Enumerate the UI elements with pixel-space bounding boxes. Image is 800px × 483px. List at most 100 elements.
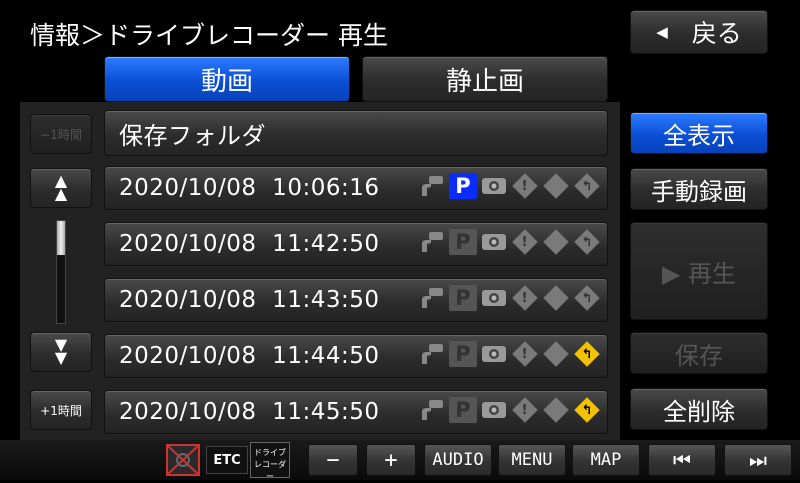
- turn-arrow-icon-shape: ↰: [574, 285, 600, 311]
- warning-icon: !: [511, 341, 539, 367]
- turn-arrow-icon-glyph: ↰: [581, 290, 593, 306]
- manual-record-button[interactable]: 手動録画: [630, 168, 768, 210]
- parking-icon: P: [449, 173, 477, 199]
- turn-arrow-icon-glyph: ↰: [581, 402, 593, 418]
- event-icons: P! ↰: [418, 229, 601, 255]
- plus-hour-button[interactable]: +1時間: [30, 390, 92, 430]
- camera-event-icon: [480, 341, 508, 367]
- back-button[interactable]: ◀ 戻る: [630, 10, 768, 54]
- lane-departure-icon: [542, 397, 570, 423]
- manual-record-icon: [418, 341, 446, 367]
- warning-icon-shape: !: [512, 285, 538, 311]
- manual-record-icon: [418, 397, 446, 423]
- event-icons: P! ↰: [418, 173, 601, 199]
- page-up-button[interactable]: ▲ ▲: [30, 168, 92, 208]
- warning-icon-glyph: !: [522, 290, 528, 306]
- parking-icon: P: [449, 229, 477, 255]
- drive-recorder-indicator: ドライブ レコーダー: [250, 442, 290, 481]
- recording-datetime: 2020/10/08 11:44:50: [119, 343, 380, 369]
- turn-arrow-icon: ↰: [573, 397, 601, 423]
- drive-recorder-label-bottom: レコーダー: [254, 460, 286, 481]
- camera-event-icon: [480, 229, 508, 255]
- warning-icon-glyph: !: [522, 178, 528, 194]
- lane-departure-icon-shape: [543, 397, 569, 423]
- turn-arrow-icon-shape: ↰: [574, 229, 600, 255]
- etc-indicator: ETC: [206, 446, 248, 474]
- lane-departure-icon: [542, 173, 570, 199]
- recording-row[interactable]: 2020/10/08 11:44:50 P! ↰: [104, 334, 608, 378]
- event-icons: P! ↰: [418, 397, 601, 423]
- warning-icon-shape: !: [512, 229, 538, 255]
- camera-event-icon: [480, 173, 508, 199]
- turn-arrow-icon-glyph: ↰: [581, 178, 593, 194]
- warning-icon-shape: !: [512, 397, 538, 423]
- drive-recorder-label-top: ドライブ: [254, 448, 286, 457]
- page-down-button[interactable]: ▼ ▼: [30, 332, 92, 372]
- recording-datetime: 2020/10/08 11:45:50: [119, 399, 380, 425]
- manual-record-icon: [418, 173, 446, 199]
- parking-icon: P: [449, 341, 477, 367]
- delete-all-button[interactable]: 全削除: [630, 388, 768, 430]
- double-chevron-up-icon: ▲ ▲: [54, 171, 68, 203]
- recording-datetime: 2020/10/08 11:43:50: [119, 287, 380, 313]
- audio-button[interactable]: AUDIO: [424, 444, 492, 476]
- warning-icon-glyph: !: [522, 234, 528, 250]
- tab-still-image[interactable]: 静止画: [362, 56, 608, 102]
- event-icons: P! ↰: [418, 285, 601, 311]
- warning-icon-glyph: !: [522, 402, 528, 418]
- save-folder-item[interactable]: 保存フォルダ: [104, 110, 608, 156]
- lane-departure-icon-shape: [543, 341, 569, 367]
- warning-icon: !: [511, 285, 539, 311]
- turn-arrow-icon: ↰: [573, 173, 601, 199]
- lane-departure-icon-shape: [543, 173, 569, 199]
- bottom-bar: ETC ドライブ レコーダー − + AUDIO MENU MAP ⏮ ⏭: [0, 440, 800, 481]
- lane-departure-icon: [542, 341, 570, 367]
- recording-row[interactable]: 2020/10/08 11:45:50 P! ↰: [104, 390, 608, 434]
- scrollbar-thumb[interactable]: [57, 221, 65, 255]
- show-all-button[interactable]: 全表示: [630, 112, 768, 154]
- next-track-icon[interactable]: ⏭: [724, 444, 792, 476]
- parking-icon: P: [449, 285, 477, 311]
- lane-departure-icon-shape: [543, 229, 569, 255]
- warning-icon: !: [511, 229, 539, 255]
- back-label: 戻る: [691, 19, 742, 48]
- turn-arrow-icon-shape: ↰: [574, 173, 600, 199]
- turn-arrow-icon: ↰: [573, 341, 601, 367]
- save-folder-label: 保存フォルダ: [119, 121, 266, 150]
- map-button[interactable]: MAP: [572, 444, 640, 476]
- recording-row[interactable]: 2020/10/08 11:43:50 P! ↰: [104, 278, 608, 322]
- lane-departure-icon: [542, 285, 570, 311]
- previous-track-icon[interactable]: ⏮: [648, 444, 716, 476]
- tab-video[interactable]: 動画: [104, 56, 350, 102]
- recording-datetime: 2020/10/08 11:42:50: [119, 231, 380, 257]
- no-sd-icon: [166, 444, 200, 476]
- menu-button[interactable]: MENU: [498, 444, 566, 476]
- turn-arrow-icon-shape: ↰: [574, 397, 600, 423]
- camera-event-icon: [480, 285, 508, 311]
- recording-datetime: 2020/10/08 10:06:16: [119, 175, 380, 201]
- scrollbar-track[interactable]: [56, 220, 66, 324]
- recording-row[interactable]: 2020/10/08 10:06:16 P! ↰: [104, 166, 608, 210]
- warning-icon-glyph: !: [522, 346, 528, 362]
- warning-icon: !: [511, 173, 539, 199]
- turn-arrow-icon-glyph: ↰: [581, 234, 593, 250]
- page-title: 情報＞ドライブレコーダー 再生: [30, 21, 388, 50]
- event-icons: P! ↰: [418, 341, 601, 367]
- lane-departure-icon-shape: [543, 285, 569, 311]
- minus-hour-button[interactable]: −1時間: [30, 114, 92, 154]
- play-button[interactable]: ▶ 再生: [630, 222, 768, 320]
- warning-icon: !: [511, 397, 539, 423]
- double-chevron-down-icon: ▼ ▼: [54, 335, 68, 367]
- turn-arrow-icon: ↰: [573, 229, 601, 255]
- save-button[interactable]: 保存: [630, 332, 768, 374]
- turn-arrow-icon-glyph: ↰: [581, 346, 593, 362]
- back-arrow-icon: ◀: [656, 23, 668, 41]
- camera-event-icon: [480, 397, 508, 423]
- recording-row[interactable]: 2020/10/08 11:42:50 P! ↰: [104, 222, 608, 266]
- warning-icon-shape: !: [512, 173, 538, 199]
- manual-record-icon: [418, 229, 446, 255]
- volume-up-button[interactable]: +: [366, 444, 416, 476]
- volume-down-button[interactable]: −: [308, 444, 358, 476]
- parking-icon: P: [449, 397, 477, 423]
- lane-departure-icon: [542, 229, 570, 255]
